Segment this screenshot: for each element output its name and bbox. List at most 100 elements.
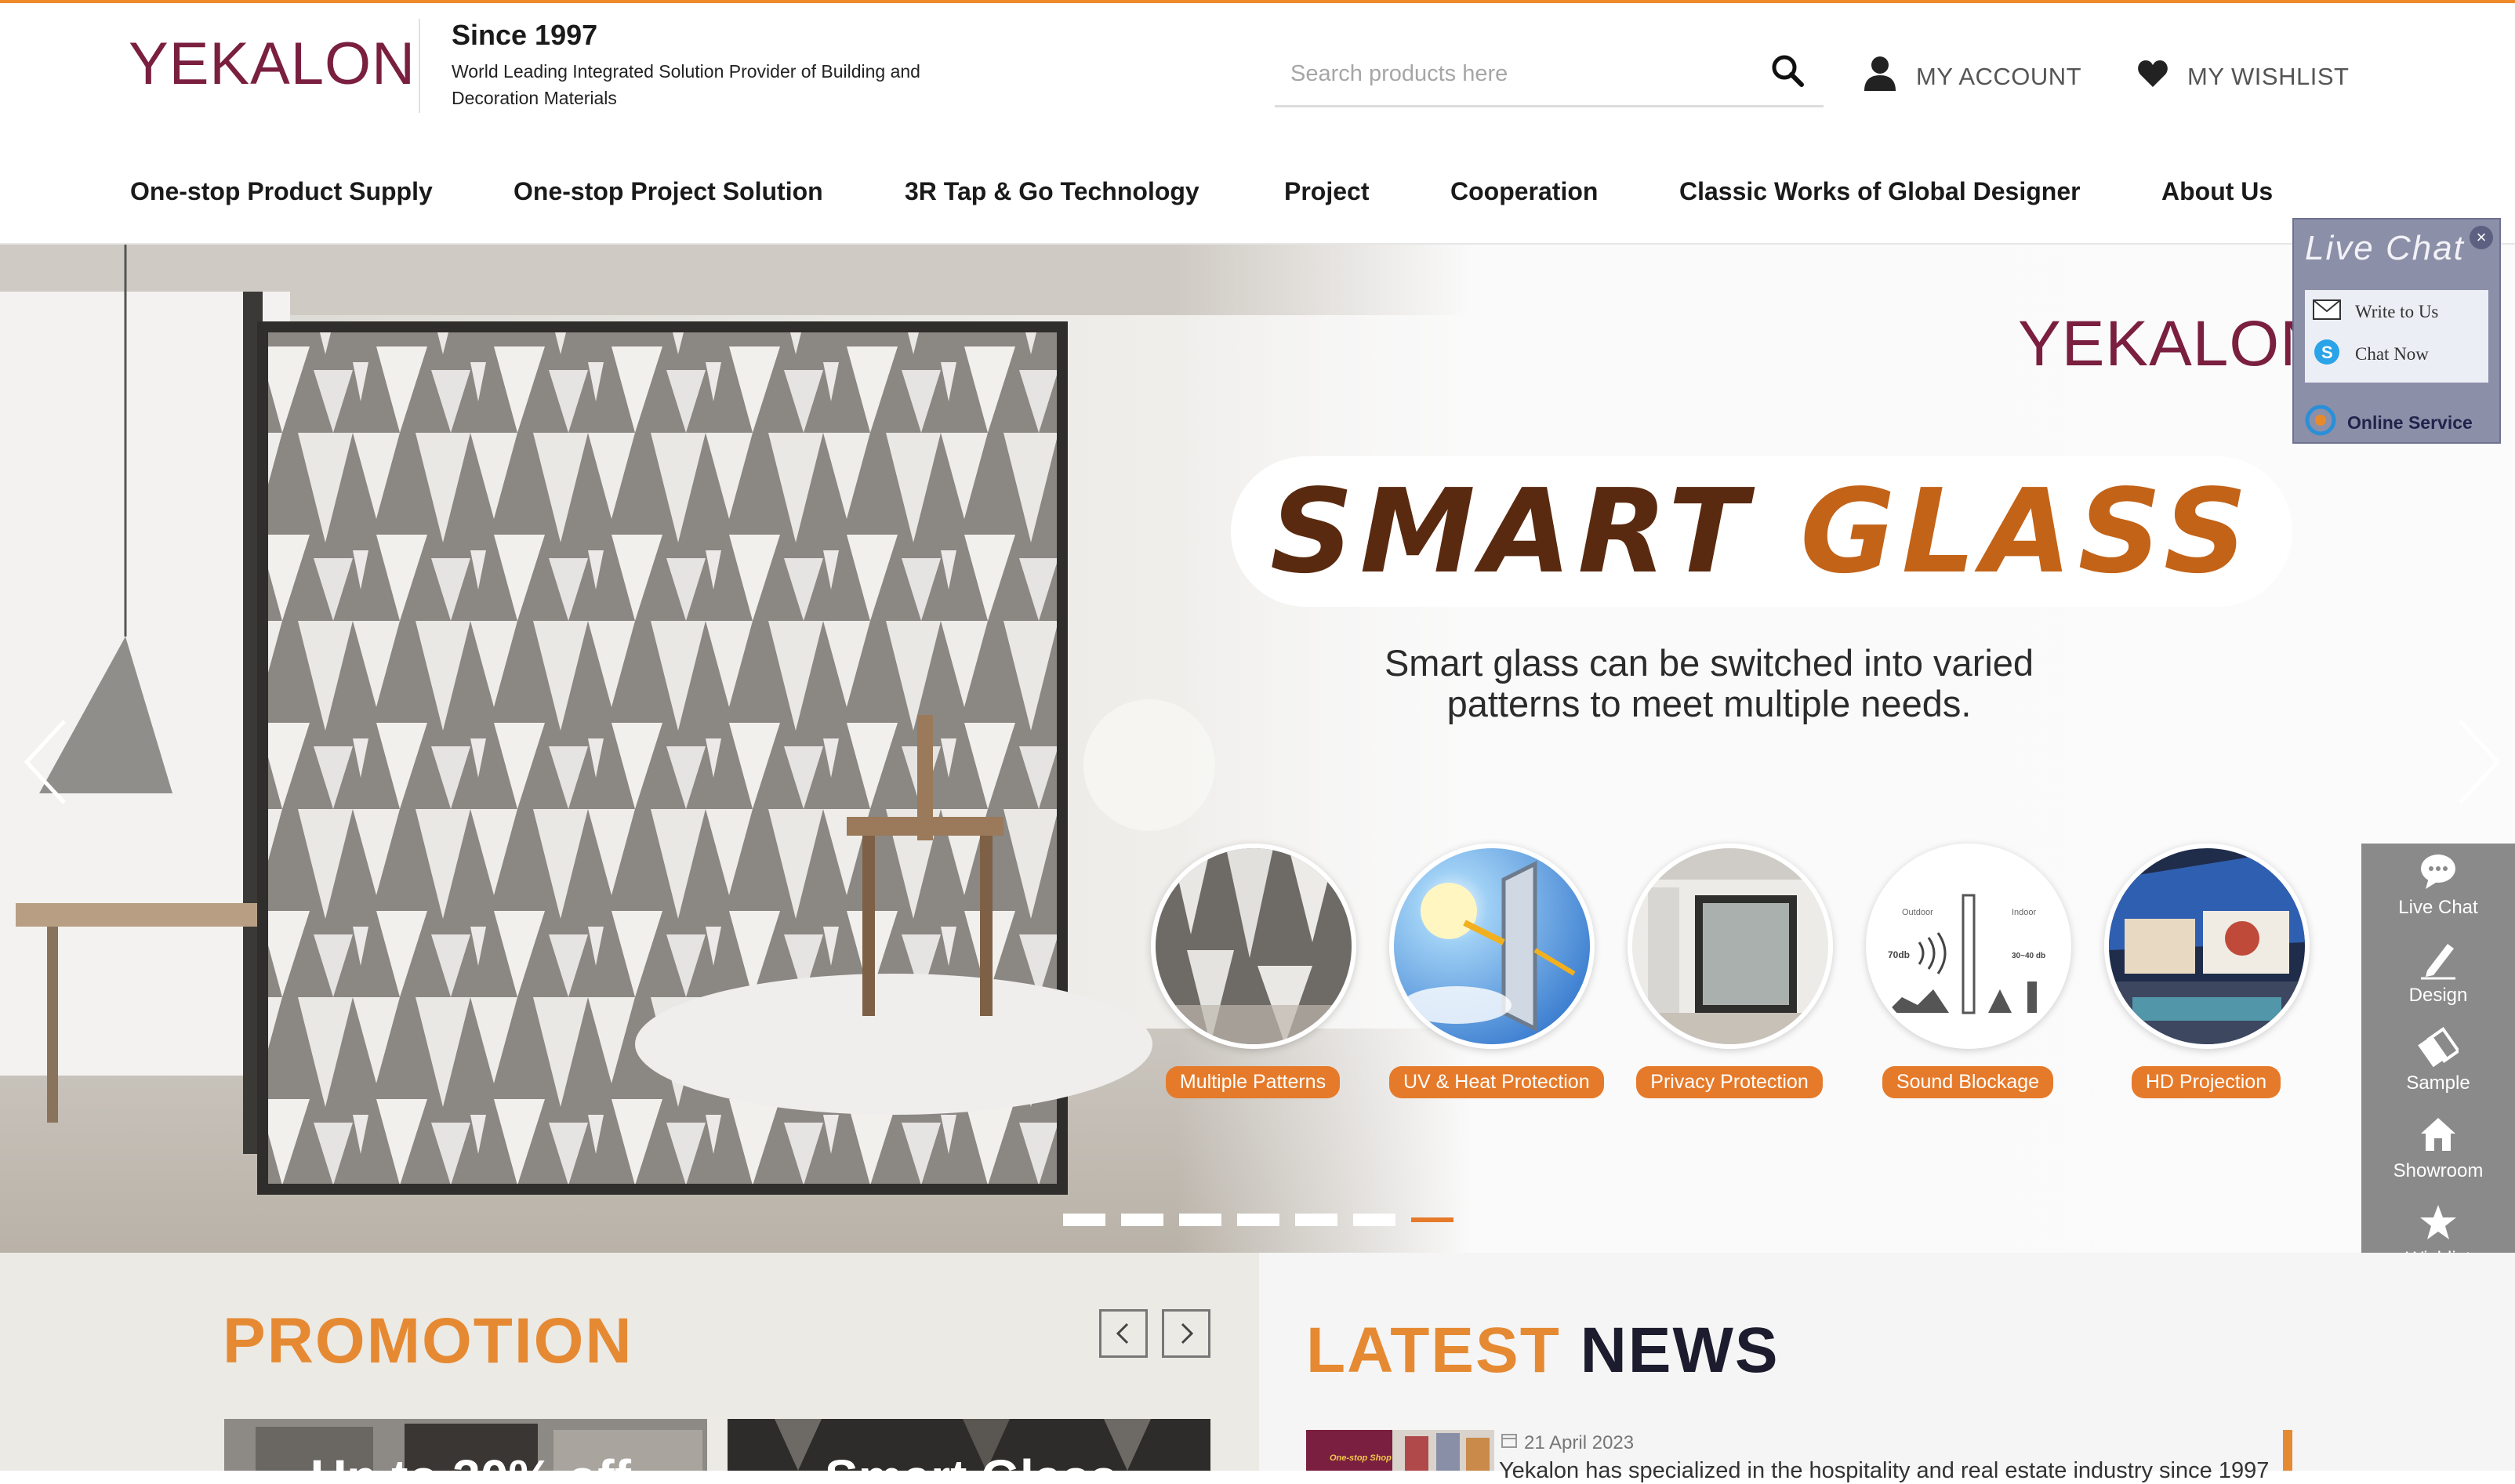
company-tagline: World Leading Integrated Solution Provid… [452,61,920,108]
live-chat-widget: Live Chat × Write to Us S Chat Now Onlin… [2292,218,2501,444]
headline-word-smart: SMART [1270,464,1754,599]
feature-image-patterns [1151,844,1356,1049]
slider-next-arrow[interactable] [2451,715,2506,809]
sidebar-live-chat[interactable]: Live Chat [2361,844,2515,931]
slider-dot[interactable] [1237,1214,1279,1226]
chat-bubble-icon [2361,851,2515,892]
live-chat-options: Write to Us S Chat Now [2305,290,2488,383]
feature-multiple-patterns[interactable]: Multiple Patterns [1151,844,1356,1098]
sidebar-showroom[interactable]: Showroom [2361,1107,2515,1195]
news-title: LATEST NEWS [1306,1314,1780,1388]
swatch-icon [2361,1027,2515,1068]
hero-banner[interactable]: YEKALON SMART GLASS Smart glass can be s… [0,245,2515,1253]
promotion-card-smart-glass[interactable]: Smart Glass [728,1419,1210,1471]
hero-description: Smart glass can be switched into varied … [1384,642,2034,724]
hero-brand-logo: YEKALON [2018,308,2328,379]
slider-dot[interactable] [1063,1214,1105,1226]
write-to-us-link[interactable]: Write to Us [2313,296,2438,328]
indoor-db-label: 30~40 db [2012,952,2045,960]
feature-privacy-protection[interactable]: Privacy Protection [1628,844,1833,1098]
nav-cooperation[interactable]: Cooperation [1450,177,1598,206]
news-thumbnail[interactable]: One-stop Shop [1306,1430,1494,1471]
news-thumbnail-caption: One-stop Shop [1330,1453,1392,1463]
headline-word-glass: GLASS [1800,464,2254,599]
home-icon [2361,1115,2515,1156]
news-title-latest: LATEST [1306,1315,1561,1386]
feature-label: Sound Blockage [1882,1066,2054,1098]
nav-about-us[interactable]: About Us [2161,177,2273,206]
search-input[interactable] [1289,55,1747,93]
slider-dot[interactable] [1411,1214,1453,1226]
news-thumbnail-image [1306,1430,1494,1471]
online-service-label: Online Service [2347,412,2473,433]
search-bar [1275,38,1824,107]
sidebar-design-label: Design [2408,985,2468,1006]
sidebar-showroom-label: Showroom [2393,1160,2484,1181]
slider-dot[interactable] [1295,1214,1337,1226]
feature-image-uv [1389,844,1595,1049]
since-year: Since 1997 [452,19,598,51]
news-title-news: NEWS [1580,1315,1780,1386]
feature-label: Privacy Protection [1636,1066,1823,1098]
feature-image-privacy [1628,844,1833,1049]
feature-uv-heat-protection[interactable]: UV & Heat Protection [1389,844,1604,1098]
slider-dot[interactable] [1179,1214,1221,1226]
calendar-icon [1501,1431,1518,1454]
user-icon [1863,55,1897,99]
news-excerpt[interactable]: Yekalon has specialized in the hospitali… [1499,1458,2269,1484]
feature-list: Multiple Patterns UV & Heat Protection P… [1151,844,2319,1110]
skype-icon: S [2313,338,2341,371]
nav-classic-works[interactable]: Classic Works of Global Designer [1679,177,2081,206]
chat-now-link[interactable]: S Chat Now [2313,339,2429,370]
svg-text:S: S [2321,343,2333,362]
heart-icon [2137,59,2168,95]
feature-label: Multiple Patterns [1165,1066,1341,1098]
news-accent-bar [2283,1430,2292,1471]
sidebar-sample-label: Sample [2406,1072,2470,1094]
chevron-right-icon [1181,1323,1194,1344]
promotion-card-discount[interactable]: Up to 30% off [224,1419,707,1471]
nav-3r-tap-go-technology[interactable]: 3R Tap & Go Technology [905,177,1199,206]
search-icon[interactable] [1769,52,1808,91]
quick-access-sidebar: Live Chat Design Sample Showroom Wishlis… [2361,844,2515,1283]
nav-one-stop-project-solution[interactable]: One-stop Project Solution [514,177,823,206]
nav-one-stop-product-supply[interactable]: One-stop Product Supply [130,177,433,206]
slider-dot[interactable] [1353,1214,1395,1226]
my-account-link[interactable]: MY ACCOUNT [1863,52,2081,102]
brand-logo[interactable]: YEKALON [129,30,416,98]
main-navigation: One-stop Product Supply One-stop Project… [0,160,2515,245]
outdoor-label: Outdoor [1902,908,1933,917]
write-to-us-label: Write to Us [2355,302,2439,321]
promotion-title: PROMOTION [223,1305,633,1377]
nav-project[interactable]: Project [1284,177,1369,206]
headset-icon [2305,405,2336,441]
feature-label: HD Projection [2131,1066,2281,1098]
slider-dot[interactable] [1121,1214,1163,1226]
my-wishlist-label: MY WISHLIST [2187,63,2350,90]
promotion-card-smart-glass-text: Smart Glass [825,1449,1118,1471]
feature-hd-projection[interactable]: HD Projection [2104,844,2310,1098]
top-accent-line [0,0,2515,3]
star-icon [2361,1203,2515,1243]
indoor-label: Indoor [2012,908,2037,917]
news-date: 21 April 2023 [1501,1431,1634,1454]
promotion-next-button[interactable] [1162,1309,1210,1358]
feature-sound-blockage[interactable]: Outdoor Indoor 70db 30~40 db Sound Block… [1866,844,2071,1098]
close-icon[interactable]: × [2470,226,2493,249]
header-divider [419,19,420,113]
chat-now-label: Chat Now [2355,344,2429,364]
sidebar-design[interactable]: Design [2361,931,2515,1019]
outdoor-db-label: 70db [1888,949,1910,960]
sidebar-sample[interactable]: Sample [2361,1019,2515,1107]
my-wishlist-link[interactable]: MY WISHLIST [2137,52,2349,102]
feature-image-projection [2104,844,2310,1049]
hero-headline: SMART GLASS [1231,456,2293,607]
live-chat-title: Live Chat [2305,229,2465,267]
my-account-label: MY ACCOUNT [1916,63,2082,90]
news-date-text: 21 April 2023 [1524,1431,1635,1453]
promotion-prev-button[interactable] [1099,1309,1148,1358]
chevron-left-icon [1116,1323,1129,1344]
slider-prev-arrow[interactable] [19,715,74,809]
online-service-link[interactable]: Online Service [2305,405,2473,441]
sidebar-live-chat-label: Live Chat [2398,897,2478,918]
